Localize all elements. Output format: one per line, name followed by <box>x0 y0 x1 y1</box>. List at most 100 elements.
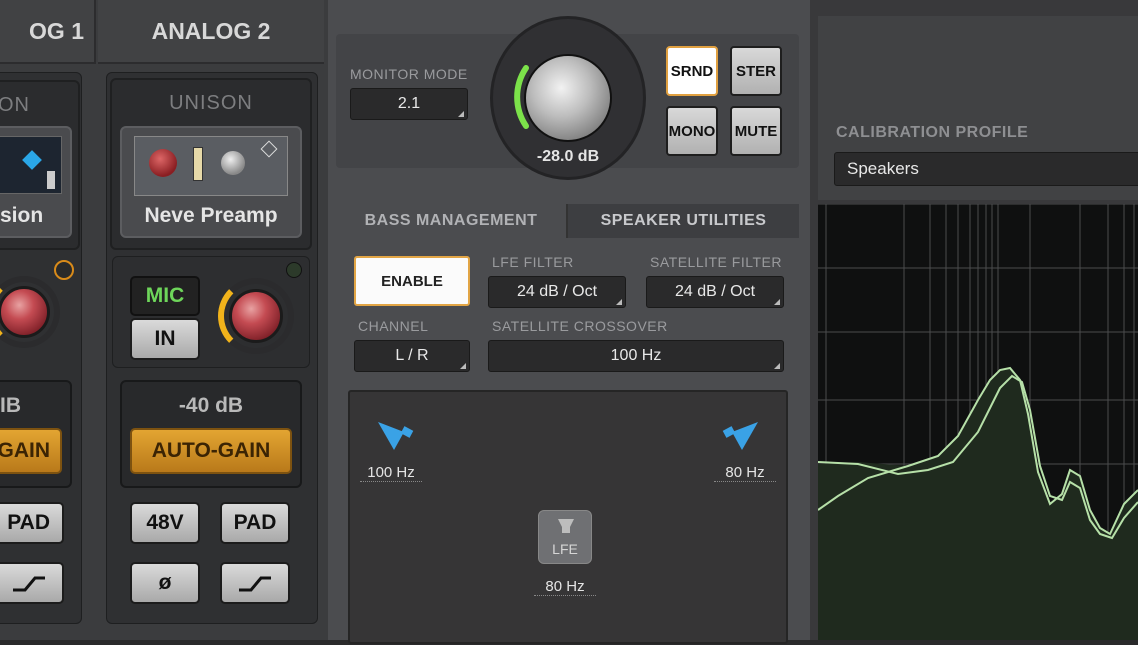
highpass-filter-icon <box>13 576 45 592</box>
left-speaker-frequency: 100 Hz <box>360 464 422 482</box>
mono-button[interactable]: MONO <box>666 106 718 156</box>
channel-1-autogain-button[interactable]: GAIN <box>0 428 62 474</box>
channel-2-highpass-button[interactable] <box>220 562 290 604</box>
bass-enable-label: ENABLE <box>381 272 443 290</box>
channel-1-unison-box: ON sion <box>0 80 80 250</box>
mute-label: MUTE <box>734 122 778 140</box>
ster-label: STER <box>735 62 776 80</box>
channel-2-phase-label: ø <box>158 571 172 594</box>
tab-bass-management-label: BASS MANAGEMENT <box>364 212 538 229</box>
channel-1-gain-knob[interactable] <box>0 276 60 348</box>
channel-2-name: ANALOG 2 <box>151 17 271 44</box>
channel-value: L / R <box>395 347 429 364</box>
satellite-filter-label: SATELLITE FILTER <box>650 254 782 270</box>
monitor-volume-knob[interactable] <box>524 54 612 142</box>
right-speaker-icon[interactable] <box>722 418 762 454</box>
ster-button[interactable]: STER <box>730 46 782 96</box>
monitor-mode-label: MONITOR MODE <box>350 66 468 82</box>
channel-2-gain-value: -40 dB <box>178 394 244 417</box>
dropdown-arrow-icon <box>774 299 780 305</box>
channel-2-clip-led <box>286 262 302 278</box>
switch-icon <box>47 171 55 189</box>
mixer-strip-panel: OG 1 ON sion IB GAIN PAD ANALOG 2 UNISON <box>0 0 328 640</box>
channel-1-autogain-label: GAIN <box>0 439 50 462</box>
channel-1-header[interactable]: OG 1 <box>0 0 96 64</box>
channel-2-autogain-label: AUTO-GAIN <box>151 439 271 462</box>
neve-switch-icon <box>193 147 203 181</box>
lfe-frequency: 80 Hz <box>534 578 596 596</box>
channel-label: CHANNEL <box>358 318 429 334</box>
channel-1-plugin-thumbnail <box>0 136 62 194</box>
lfe-speaker-label: LFE <box>552 541 578 557</box>
channel-2-header[interactable]: ANALOG 2 <box>98 0 324 64</box>
tab-speaker-utilities-label: SPEAKER UTILITIES <box>600 212 767 229</box>
monitor-mode-value: 2.1 <box>397 95 421 112</box>
channel-2-gain-knob[interactable] <box>218 278 294 354</box>
neve-preamp-thumbnail <box>134 136 288 196</box>
channel-1-clip-led <box>54 260 74 280</box>
channel-2-knob-cap <box>229 289 283 343</box>
tab-bass-management[interactable]: BASS MANAGEMENT <box>336 204 566 238</box>
dropdown-arrow-icon <box>460 363 466 369</box>
lfe-filter-dropdown[interactable]: 24 dB / Oct <box>488 276 626 308</box>
channel-2-unison-label: UNISON <box>169 92 253 114</box>
lfe-speaker-icon[interactable]: LFE <box>538 510 592 564</box>
srnd-button[interactable]: SRND <box>666 46 718 96</box>
channel-2-phase-button[interactable]: ø <box>130 562 200 604</box>
channel-1-highpass-button[interactable] <box>0 562 64 604</box>
tab-speaker-utilities[interactable]: SPEAKER UTILITIES <box>566 204 799 238</box>
channel-2-48v-label: 48V <box>146 511 184 534</box>
mute-button[interactable]: MUTE <box>730 106 782 156</box>
channel-1-knob-cap <box>0 286 50 338</box>
mono-label: MONO <box>668 122 716 140</box>
neve-trim-knob-icon <box>221 151 245 175</box>
neve-logo-icon <box>260 140 278 158</box>
channel-1-gain-box: IB GAIN <box>0 380 72 488</box>
channel-2-pad-label: PAD <box>233 511 277 534</box>
channel-1-pad-label: PAD <box>7 511 50 534</box>
channel-1-unison-label: ON <box>0 94 30 116</box>
srnd-label: SRND <box>670 62 714 80</box>
frequency-response-graph <box>817 203 1138 640</box>
right-speaker-frequency: 80 Hz <box>714 464 776 482</box>
monitor-volume-value: -28.0 dB <box>536 148 600 165</box>
channel-1-plugin-name: sion <box>0 204 44 227</box>
channel-1-pad-button[interactable]: PAD <box>0 502 64 544</box>
channel-1-name: OG 1 <box>29 17 84 44</box>
subwoofer-icon <box>558 519 574 533</box>
channel-dropdown[interactable]: L / R <box>354 340 470 372</box>
channel-2-gain-box: -40 dB AUTO-GAIN <box>120 380 302 488</box>
channel-2-autogain-button[interactable]: AUTO-GAIN <box>130 428 292 474</box>
satellite-crossover-value: 100 Hz <box>610 347 662 364</box>
highpass-filter-icon <box>239 576 271 592</box>
calibration-profile-label: CALIBRATION PROFILE <box>836 124 1029 141</box>
channel-2-mic-button[interactable]: MIC <box>130 276 200 316</box>
neve-gain-knob-icon <box>149 149 177 177</box>
satellite-filter-dropdown[interactable]: 24 dB / Oct <box>646 276 784 308</box>
dropdown-arrow-icon <box>616 299 622 305</box>
unison-logo-icon <box>22 150 42 170</box>
channel-2-in-label: IN <box>154 327 176 350</box>
calibration-profile-value: Speakers <box>847 159 919 178</box>
lfe-filter-label: LFE FILTER <box>492 254 574 270</box>
satellite-crossover-dropdown[interactable]: 100 Hz <box>488 340 784 372</box>
lfe-filter-value: 24 dB / Oct <box>516 283 598 300</box>
calibration-profile-dropdown[interactable]: Speakers <box>834 152 1138 186</box>
dropdown-arrow-icon <box>774 363 780 369</box>
monitor-panel: MONITOR MODE 2.1 -28.0 dB SRND STER MONO… <box>328 0 810 644</box>
channel-2-mic-label: MIC <box>145 284 185 307</box>
channel-2-plugin-card[interactable]: Neve Preamp <box>120 126 302 238</box>
dropdown-arrow-icon <box>458 111 464 117</box>
monitor-mode-dropdown[interactable]: 2.1 <box>350 88 468 120</box>
channel-2-pad-button[interactable]: PAD <box>220 502 290 544</box>
bass-enable-button[interactable]: ENABLE <box>354 256 470 306</box>
satellite-crossover-label: SATELLITE CROSSOVER <box>492 318 668 334</box>
channel-2-plugin-name: Neve Preamp <box>144 204 278 227</box>
speaker-visualizer: 100 Hz 80 Hz LFE 80 Hz <box>348 390 788 644</box>
channel-1-gain-value: IB <box>0 394 21 417</box>
channel-2-48v-button[interactable]: 48V <box>130 502 200 544</box>
frequency-response-plot <box>817 203 1138 640</box>
left-speaker-icon[interactable] <box>374 418 414 454</box>
channel-1-plugin-card[interactable]: sion <box>0 126 72 238</box>
channel-2-in-button[interactable]: IN <box>130 318 200 360</box>
